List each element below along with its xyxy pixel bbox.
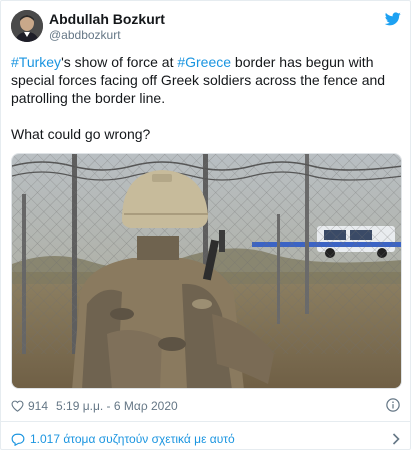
tweet-timestamp[interactable]: 5:19 μ.μ. - 6 Μαρ 2020 [56,399,178,413]
speech-bubble-icon [11,433,25,446]
tweet-text-segment: 's show of force at [61,54,178,70]
tweet-media-photo[interactable] [11,153,402,389]
hashtag-turkey-link[interactable]: #Turkey [11,54,61,70]
conversation-link[interactable]: 1.017 άτομα συζητούν σχετικά με αυτό [11,430,402,448]
divider [1,421,411,422]
twitter-bird-icon[interactable] [385,12,401,26]
tweet-text: #Turkey's show of force at #Greece borde… [11,53,401,143]
tweet-paragraph: #Turkey's show of force at #Greece borde… [11,53,401,107]
like-count[interactable]: 914 [28,399,48,413]
chevron-right-icon [392,433,400,445]
author-name[interactable]: Abdullah Bozkurt [49,11,165,27]
info-icon[interactable] [386,398,400,412]
tweet-paragraph: What could go wrong? [11,126,151,142]
hashtag-greece-link[interactable]: #Greece [177,54,231,70]
avatar[interactable] [11,10,43,42]
heart-icon[interactable] [11,400,24,412]
author-handle[interactable]: @abdbozkurt [49,28,121,42]
conversation-count-text: 1.017 άτομα συζητούν σχετικά με αυτό [30,432,235,446]
tweet-meta: 914 5:19 μ.μ. - 6 Μαρ 2020 [11,399,178,413]
tweet-header: Abdullah Bozkurt @abdbozkurt [11,10,401,44]
embedded-tweet-card: Abdullah Bozkurt @abdbozkurt #Turkey's s… [0,0,411,450]
